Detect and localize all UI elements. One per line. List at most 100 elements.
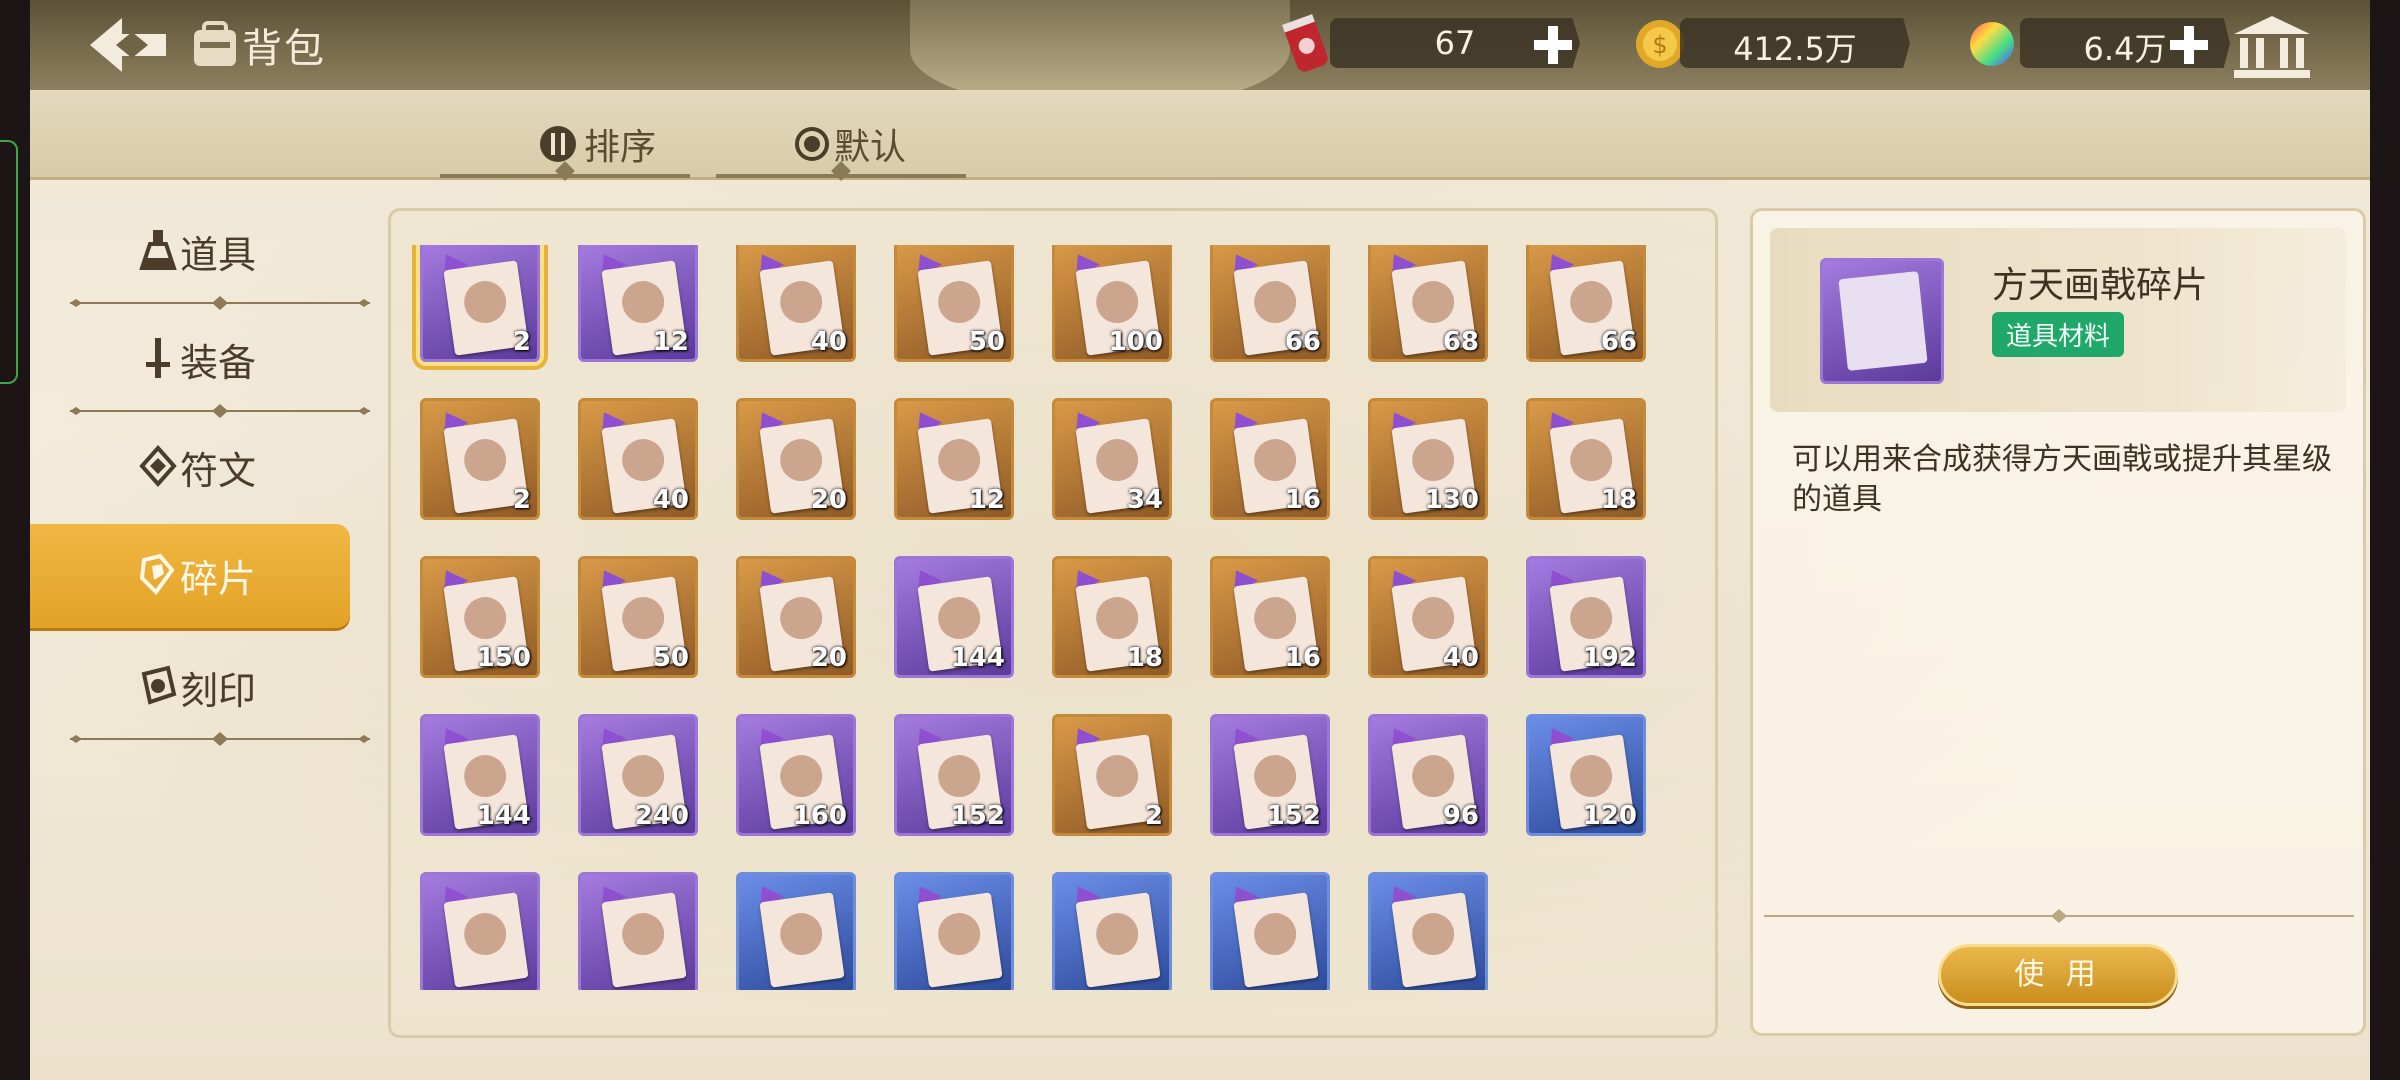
shard-item[interactable]: 192 [1526,556,1646,678]
shard-item[interactable]: 130 [1368,398,1488,520]
plus-icon [2170,26,2208,64]
energy-can-icon [1276,12,1336,76]
top-bar: 背包 67 $ 412.5万 6.4万 [30,0,2370,110]
shard-item[interactable] [1368,872,1488,990]
shard-count: 192 [1582,643,1637,673]
shard-item[interactable]: 96 [1368,714,1488,836]
shard-item[interactable]: 2 [1052,714,1172,836]
shard-item[interactable]: 16 [1210,398,1330,520]
nav-item-equipment[interactable]: 装备 [30,308,350,408]
seal-icon [141,665,177,705]
nav-item-seal[interactable]: 刻印 [30,636,350,736]
potion-icon [139,230,177,270]
shard-item[interactable] [578,872,698,990]
shard-item[interactable]: 144 [420,714,540,836]
shard-item[interactable]: 18 [1526,398,1646,520]
sword-icon [146,338,170,378]
shard-item[interactable]: 40 [578,398,698,520]
nav-item-label: 符文 [180,449,257,493]
shard-count: 66 [1284,327,1321,357]
use-button-label: 使 用 [2014,957,2102,992]
detail-item-icon [1820,258,1944,384]
shard-item[interactable]: 120 [1526,714,1646,836]
shard-item[interactable] [420,872,540,990]
rune-icon [139,444,177,488]
bank-button[interactable] [2230,12,2314,82]
detail-item-name: 方天画戟碎片 [1992,265,2209,306]
hero-portrait [917,892,1003,988]
rainbow-gem-icon [1962,12,2022,76]
shard-item[interactable]: 66 [1210,245,1330,362]
tab-default[interactable]: 默认 [716,118,966,178]
nav-item-props[interactable]: 道具 [30,200,350,300]
shard-item[interactable]: 240 [578,714,698,836]
shard-count: 12 [968,485,1005,515]
shard-item[interactable]: 100 [1052,245,1172,362]
shard-item[interactable]: 18 [1052,556,1172,678]
nav-item-runes[interactable]: 符文 [30,416,350,516]
use-button[interactable]: 使 用 [1938,944,2178,1006]
back-button[interactable] [86,12,170,78]
hero-portrait [601,892,687,988]
shard-count: 2 [512,327,531,357]
shard-count: 152 [950,801,1005,831]
shard-item[interactable]: 34 [1052,398,1172,520]
page-title: 背包 [242,26,326,72]
hero-portrait [443,892,529,988]
shard-count: 50 [968,327,1005,357]
shard-item[interactable]: 144 [894,556,1014,678]
shard-item[interactable]: 16 [1210,556,1330,678]
bank-icon [2234,16,2310,78]
shard-count: 40 [1442,643,1479,673]
shard-item[interactable]: 152 [894,714,1014,836]
shard-item[interactable]: 12 [578,245,698,362]
shard-item[interactable]: 160 [736,714,856,836]
shard-item[interactable] [736,872,856,990]
add-energy-button[interactable] [1530,22,1576,68]
shard-count: 20 [810,643,847,673]
shard-count: 150 [476,643,531,673]
shard-item[interactable]: 40 [736,245,856,362]
tab-sort-label: 排序 [584,127,657,168]
detail-divider [1764,909,2354,923]
nav-item-shards[interactable]: 碎片 [30,524,350,628]
shard-count: 18 [1126,643,1163,673]
plus-icon [1534,26,1572,64]
sub-header [30,90,2370,180]
hero-portrait [1233,892,1319,988]
nav-item-label: 装备 [180,341,257,385]
shard-item[interactable]: 50 [894,245,1014,362]
nav-item-label: 道具 [180,233,257,277]
add-gem-button[interactable] [2166,22,2212,68]
shard-item[interactable] [1210,872,1330,990]
shard-count: 20 [810,485,847,515]
shard-item[interactable]: 2 [420,245,540,362]
shard-count: 68 [1442,327,1479,357]
game-window: 背包 67 $ 412.5万 6.4万 排序 默认 道具 装备 符文 碎片 刻印… [30,0,2370,1080]
inventory-grid[interactable]: 2 12 40 50 100 66 68 66 2 40 20 12 34 16 130 18 150 50 20 1… [410,245,1700,990]
sort-icon [540,126,576,162]
shard-item[interactable]: 68 [1368,245,1488,362]
shard-count: 18 [1600,485,1637,515]
shard-item[interactable]: 2 [420,398,540,520]
shard-item[interactable]: 40 [1368,556,1488,678]
shard-count: 2 [512,485,531,515]
shard-item[interactable]: 152 [1210,714,1330,836]
shard-item[interactable]: 20 [736,398,856,520]
shard-count: 50 [652,643,689,673]
shard-item[interactable]: 12 [894,398,1014,520]
resource-gold-value: 412.5万 [1733,30,1857,68]
back-arrow-icon [90,18,166,72]
shard-item[interactable]: 150 [420,556,540,678]
shard-count: 66 [1600,327,1637,357]
hero-portrait [1391,892,1477,988]
shard-item[interactable] [1052,872,1172,990]
shard-count: 2 [1144,801,1163,831]
shard-item[interactable]: 20 [736,556,856,678]
shard-item[interactable]: 66 [1526,245,1646,362]
shard-item[interactable]: 50 [578,556,698,678]
tab-sort[interactable]: 排序 [440,118,690,178]
resource-gold: 412.5万 [1680,18,1910,68]
tab-sort-underline [440,174,690,178]
shard-item[interactable] [894,872,1014,990]
